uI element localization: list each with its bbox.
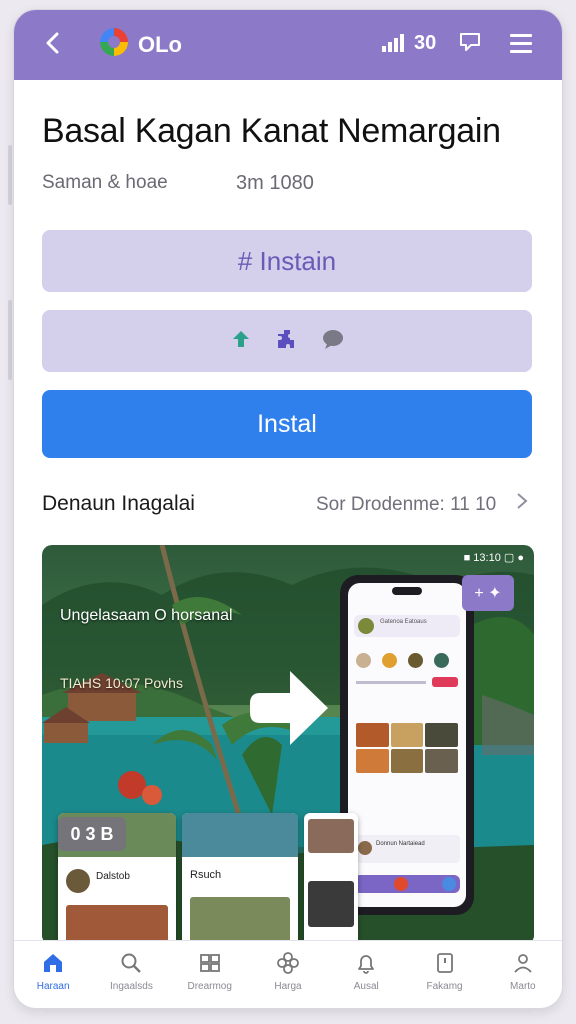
size-label: 3m 1080 [236,172,314,194]
phone-card: Donnun Nartaiead [354,835,460,863]
preview-card-title: Rsuch [190,869,222,881]
phone-nav-dot [394,877,408,891]
chat-icon[interactable] [458,30,482,54]
developer-label: Saman & hoae [42,172,168,193]
app-title: Basal Kagan Kanat Nemargain [42,112,501,150]
phone-dot [408,653,423,668]
hero-caption: Ungelasaam O horsanal [60,607,233,624]
nav-item-flower[interactable]: Harga [249,941,327,1008]
back-icon[interactable] [38,28,68,58]
install-button[interactable]: Instal [42,390,532,458]
app-logo-icon [100,28,128,56]
phone-dot [382,653,397,668]
preview-card-photo [308,881,354,927]
phone-notch [392,587,422,595]
preview-card-photo [308,819,354,853]
nav-label: Drearmog [187,981,232,992]
flower-icon [277,952,299,974]
phone-nav-dot [442,877,456,891]
phone-dot [434,653,449,668]
library-icon [199,954,220,972]
screenshot-carousel[interactable]: ■ 13:10 ▢ ● Ungelasaam O horsanal TIAHS … [42,545,534,945]
preview-card[interactable] [304,813,358,945]
phone-badge [432,677,458,687]
phone-progress [356,681,426,684]
search-icon [121,953,142,973]
preview-card-photo [182,813,298,857]
phone-nav [354,875,460,893]
phone-header-text: Gatenoa Eatoaus [380,619,427,625]
nav-label: Ingaalsds [110,981,153,992]
phone-screen: Gatenoa Eatoaus Donnun Nartaiead [348,583,466,907]
nav-item-profile[interactable]: Marto [484,941,562,1008]
volume-button [8,145,12,205]
share-badge[interactable]: + ✦ [462,575,514,611]
nav-item-home[interactable]: Haraan [14,941,92,1008]
signal-text: 30 [414,32,437,54]
nav-label: Harga [274,981,302,992]
phone-header: Gatenoa Eatoaus [354,615,460,637]
nav-item-saved[interactable]: Fakamg [405,941,483,1008]
power-button [8,300,12,380]
nav-label: Fakamg [426,981,463,992]
phone-frame: OLo 30 Basal Kagan Kanat Nemargain Saman… [14,10,562,1008]
arrow-up-icon[interactable] [229,327,253,356]
nav-label: Ausal [353,981,379,992]
nav-item-library[interactable]: Drearmog [171,941,249,1008]
preview-card-photo [190,897,290,945]
app-name: OLo [138,32,182,57]
nav-item-alerts[interactable]: Ausal [327,941,405,1008]
comment-icon[interactable] [321,327,345,356]
nav-label: Haraan [36,981,70,992]
arrow-right-icon [250,671,328,745]
preview-card[interactable]: Rsuch [182,813,298,945]
phone-preview: Gatenoa Eatoaus Donnun Nartaiead [340,575,474,915]
phone-dot [356,653,371,668]
bottom-navigation: Haraan Ingaalsds Drearmog Harga Ausal Fa… [14,940,562,1008]
bookmark-icon [436,953,453,973]
puzzle-icon[interactable] [275,327,299,356]
action-icons-bar [42,310,532,372]
menu-icon[interactable] [510,34,532,53]
phone-avatar [358,618,374,634]
preview-card-title: Dalstob [96,871,130,882]
home-icon [44,954,63,972]
rating-badge: 0 3 B [58,817,126,851]
profile-icon [514,954,532,973]
phone-card-text: Donnun Nartaiead [376,841,425,847]
phone-card-avatar [358,841,372,855]
tag-button[interactable]: # Instain [42,230,532,292]
section-info: Sor Drodenme: 11 10 [316,494,497,515]
top-app-bar: OLo 30 [14,10,562,80]
nav-label: Marto [510,981,536,992]
chevron-right-icon[interactable] [514,490,530,518]
signal-icon [382,34,404,52]
preview-card-avatar [66,869,90,893]
nav-item-search[interactable]: Ingaalsds [92,941,170,1008]
preview-card-photo [66,905,168,945]
section-title: Denaun Inagalai [42,492,195,515]
bell-icon [358,955,375,974]
phone-photo-grid [356,723,458,773]
hero-status-bar: ■ 13:10 ▢ ● [463,552,524,564]
hero-subcaption: TIAHS 10:07 Povhs [60,675,183,691]
